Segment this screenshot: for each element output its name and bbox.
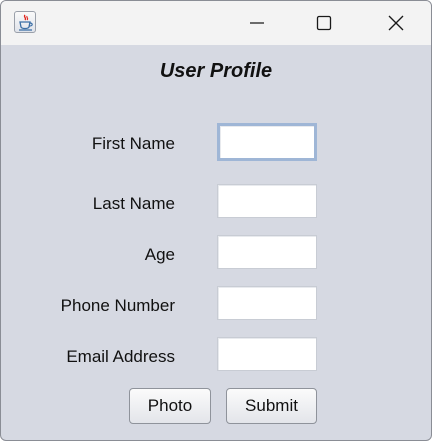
form-title: User Profile [159, 60, 273, 82]
email-address-field[interactable] [217, 337, 317, 371]
submit-button[interactable]: Submit [226, 388, 317, 424]
first-name-label: First Name [91, 134, 175, 153]
age-label: Age [144, 245, 175, 264]
phone-number-field[interactable] [217, 286, 317, 320]
photo-button[interactable]: Photo [129, 388, 211, 424]
close-icon [388, 15, 404, 31]
java-coffee-cup-icon [14, 11, 36, 33]
last-name-label: Last Name [92, 194, 175, 213]
first-name-field[interactable] [217, 123, 317, 161]
minimize-icon [250, 22, 264, 24]
age-field[interactable] [217, 235, 317, 269]
phone-number-label: Phone Number [60, 296, 175, 315]
email-address-label: Email Address [66, 347, 175, 366]
maximize-icon [316, 15, 332, 31]
last-name-field[interactable] [217, 184, 317, 218]
form-panel: User Profile First Name Last Name Age Ph… [1, 45, 431, 440]
minimize-button[interactable] [234, 1, 280, 45]
user-profile-window: User Profile First Name Last Name Age Ph… [0, 0, 432, 441]
maximize-button[interactable] [301, 1, 347, 45]
close-button[interactable] [373, 1, 419, 45]
title-bar[interactable] [1, 1, 431, 45]
